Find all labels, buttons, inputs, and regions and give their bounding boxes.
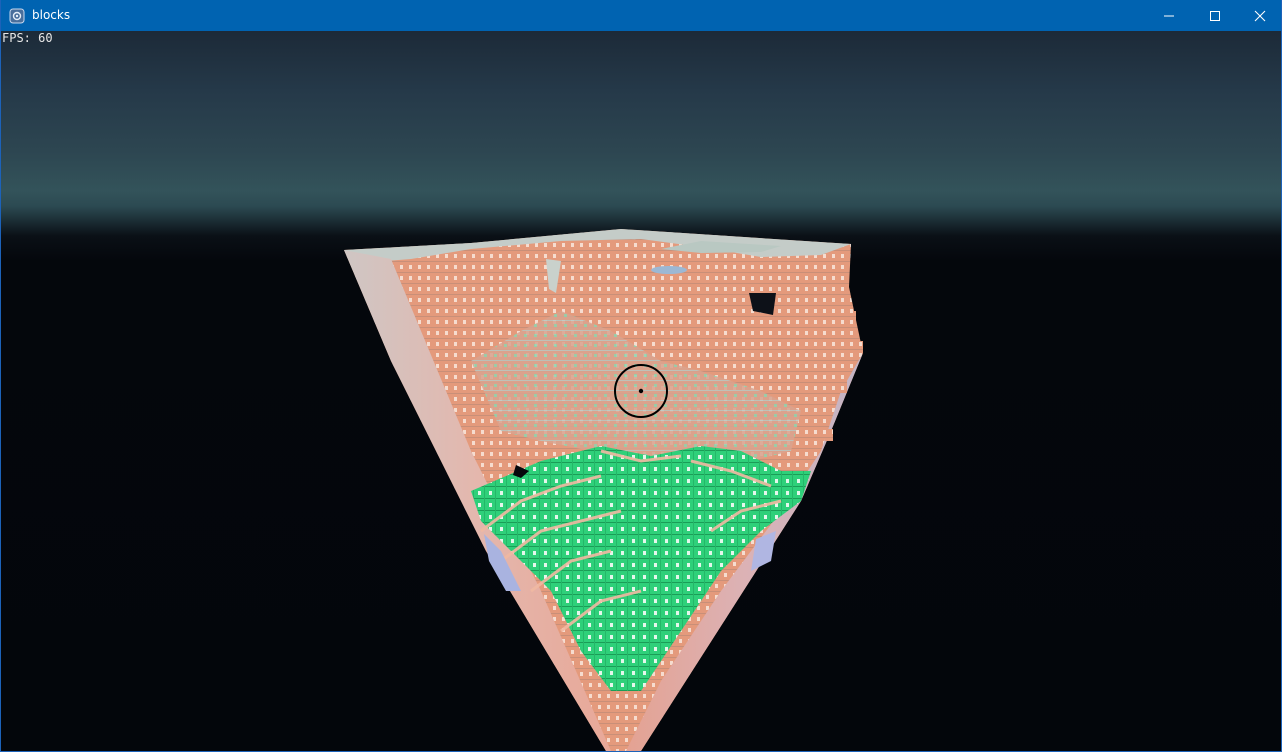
maximize-button[interactable] xyxy=(1192,0,1238,31)
app-window: blocks FPS: 60 xyxy=(0,0,1282,752)
voxel-scene xyxy=(344,229,863,751)
maximize-icon xyxy=(1210,11,1220,21)
title-bar[interactable]: blocks xyxy=(1,0,1281,31)
window-title: blocks xyxy=(32,8,71,22)
app-icon xyxy=(9,8,25,24)
fps-counter: FPS: 60 xyxy=(2,31,53,45)
close-icon xyxy=(1254,10,1266,22)
minimize-icon xyxy=(1164,15,1174,17)
minimize-button[interactable] xyxy=(1146,0,1192,31)
close-button[interactable] xyxy=(1237,0,1281,31)
game-viewport[interactable]: FPS: 60 xyxy=(1,31,1281,751)
